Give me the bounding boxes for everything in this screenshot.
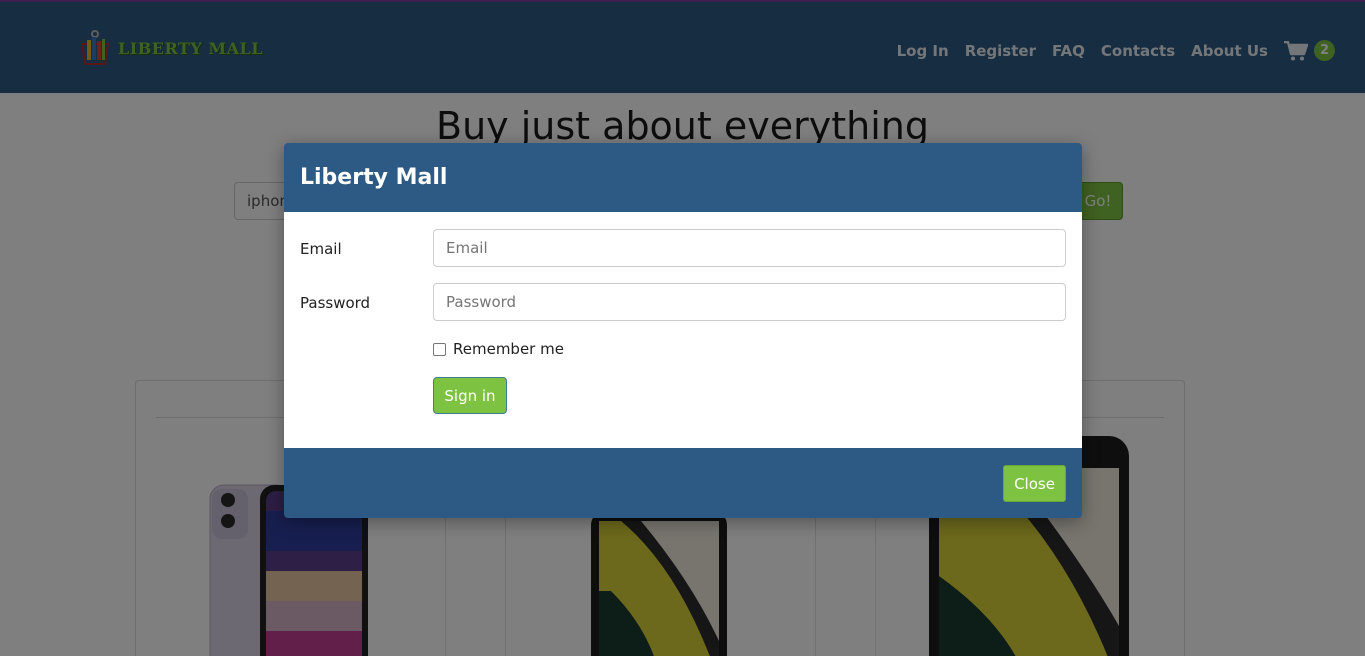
password-label: Password bbox=[300, 294, 371, 312]
email-label: Email bbox=[300, 240, 342, 258]
email-field[interactable] bbox=[433, 229, 1066, 267]
remember-me-row: Remember me bbox=[433, 340, 564, 358]
remember-me-label[interactable]: Remember me bbox=[453, 340, 564, 358]
remember-me-checkbox[interactable] bbox=[433, 342, 446, 356]
close-button[interactable]: Close bbox=[1003, 465, 1066, 502]
sign-in-button[interactable]: Sign in bbox=[433, 377, 507, 414]
modal-header: Liberty Mall bbox=[284, 143, 1082, 212]
modal-title: Liberty Mall bbox=[300, 165, 448, 190]
password-field[interactable] bbox=[433, 283, 1066, 321]
login-modal: Liberty Mall Email Password Remember me … bbox=[284, 143, 1082, 518]
modal-body: Email Password Remember me Sign in bbox=[284, 212, 1082, 448]
modal-footer: Close bbox=[284, 448, 1082, 518]
